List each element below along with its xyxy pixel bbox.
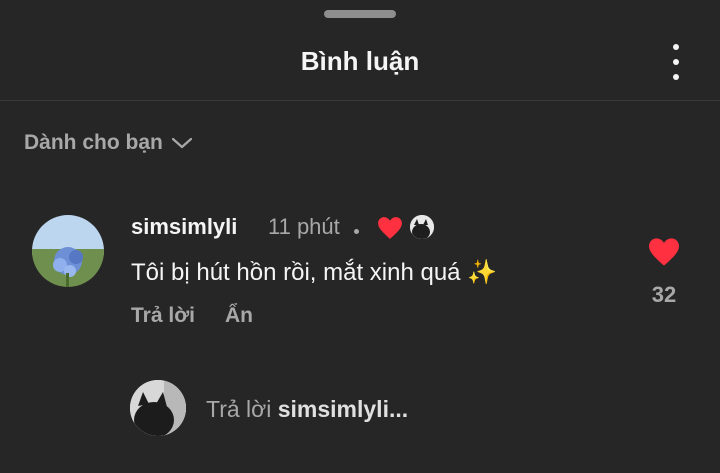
author-liked-heart-icon <box>378 217 402 239</box>
like-count: 32 <box>651 282 677 307</box>
page-title: Bình luận <box>300 46 420 76</box>
current-user-avatar <box>130 380 186 436</box>
heart-icon[interactable] <box>647 237 681 267</box>
chevron-down-icon <box>171 137 192 149</box>
comment-actions: Trả lời Ẩn <box>131 304 253 328</box>
drag-handle[interactable] <box>324 10 396 18</box>
reply-composer: Trả lời simsimlyli... <box>0 378 720 438</box>
separator-dot <box>354 229 359 234</box>
comment-text: Tôi bị hút hồn rồi, mắt xinh quá ✨ <box>131 259 498 286</box>
comment-item: simsimlyli 11 phút Tôi bị hút hồn rồi, m… <box>0 205 720 345</box>
more-options-button[interactable] <box>662 42 690 82</box>
filter-label: Dành cho bạn <box>24 131 163 154</box>
author-avatar <box>410 215 434 239</box>
comment-time: 11 phút <box>268 214 340 239</box>
reply-input[interactable]: Trả lời simsimlyli... <box>206 396 408 423</box>
reply-target-username: simsimlyli... <box>277 396 409 422</box>
reply-prefix: Trả lời <box>206 396 272 422</box>
avatar[interactable] <box>32 215 104 287</box>
comment-username[interactable]: simsimlyli <box>131 214 237 240</box>
hide-button[interactable]: Ẩn <box>225 304 253 327</box>
header-divider <box>0 100 720 101</box>
more-vertical-icon <box>673 44 679 50</box>
sort-filter-dropdown[interactable]: Dành cho bạn <box>24 131 193 155</box>
like-control: 32 <box>640 237 688 308</box>
reply-button[interactable]: Trả lời <box>131 304 195 327</box>
header: Bình luận <box>0 30 720 94</box>
